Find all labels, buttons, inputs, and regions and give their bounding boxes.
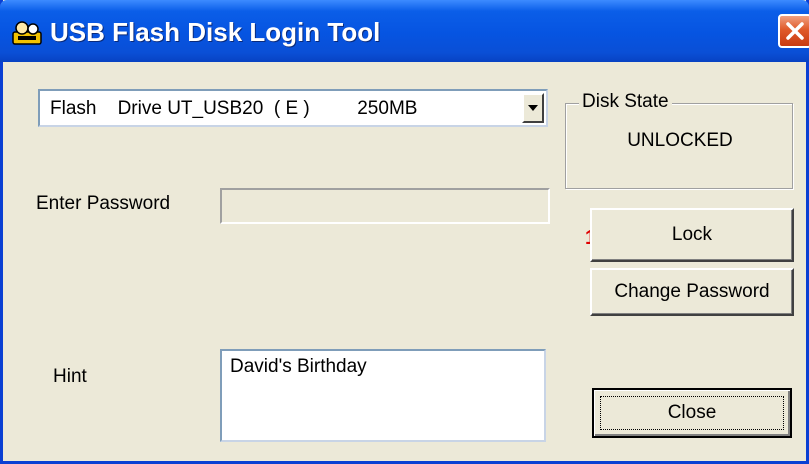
window-title: USB Flash Disk Login Tool	[50, 17, 381, 47]
change-password-button-label: Change Password	[614, 281, 770, 302]
close-button[interactable]: Close	[592, 388, 792, 438]
app-icon	[10, 18, 44, 48]
hint-label: Hint	[53, 366, 87, 387]
password-field[interactable]	[220, 188, 550, 224]
change-password-button[interactable]: Change Password	[590, 268, 794, 316]
lock-button[interactable]: Lock	[590, 208, 794, 262]
hint-text: David's Birthday	[230, 356, 367, 377]
hint-textarea[interactable]: David's Birthday	[220, 349, 546, 442]
drive-select-value: Flash Drive UT_USB20 ( E ) 250MB	[50, 98, 418, 119]
disk-state-group: Disk State UNLOCKED	[565, 91, 793, 189]
login-tool-window: USB Flash Disk Login Tool Flash Drive UT…	[0, 0, 809, 464]
drive-select[interactable]: Flash Drive UT_USB20 ( E ) 250MB	[38, 89, 548, 127]
lock-button-label: Lock	[671, 224, 713, 245]
title-bar[interactable]: USB Flash Disk Login Tool	[0, 0, 809, 62]
disk-state-value: UNLOCKED	[627, 130, 733, 151]
close-window-button[interactable]	[778, 14, 809, 48]
drive-select-dropdown-button[interactable]	[522, 93, 544, 123]
focus-indicator	[600, 396, 784, 430]
password-label: Enter Password	[36, 193, 171, 214]
disk-state-label: Disk State	[579, 91, 672, 113]
